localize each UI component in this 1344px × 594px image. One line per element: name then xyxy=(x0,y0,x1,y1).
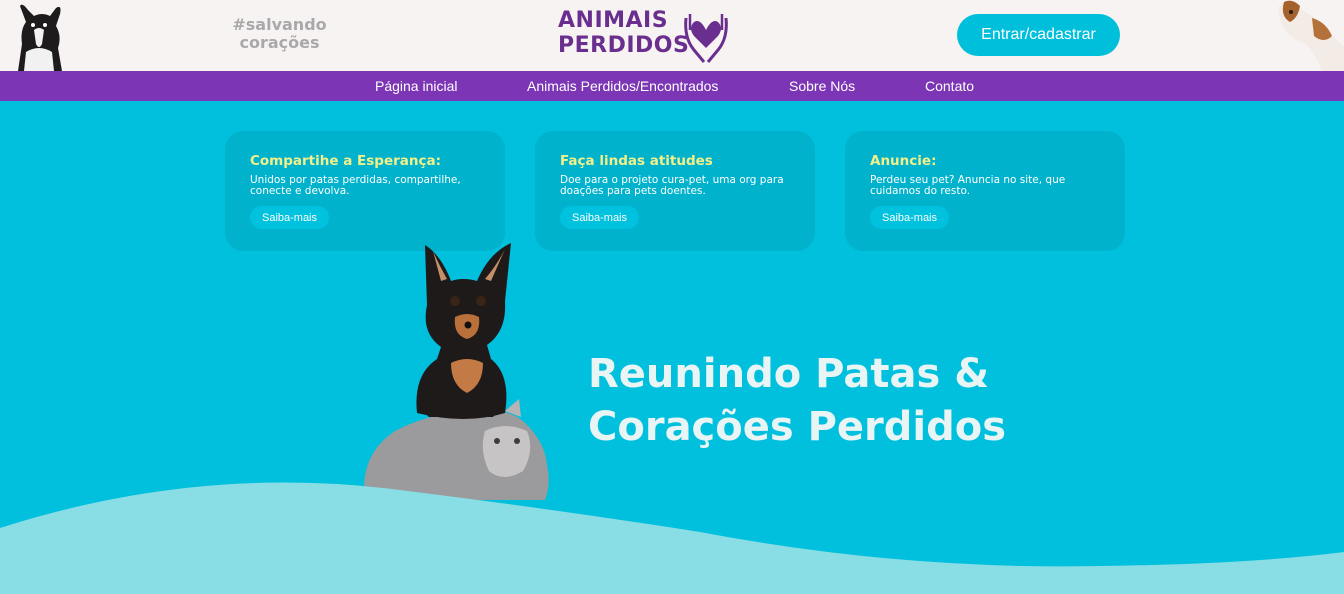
site-header: #salvando corações ANIMAIS PERDIDOS Entr… xyxy=(0,0,1344,71)
nav-item-lost-found[interactable]: Animais Perdidos/Encontrados xyxy=(527,71,718,101)
nav-item-home[interactable]: Página inicial xyxy=(375,71,458,101)
hero-title-line-2: Corações Perdidos xyxy=(588,404,1007,450)
logo-line-1: ANIMAIS xyxy=(558,8,669,33)
card-title: Anuncie: xyxy=(870,153,937,169)
card-text: Unidos por patas perdidas, compartilhe, … xyxy=(250,174,461,197)
dog-photo-right xyxy=(1278,0,1344,71)
info-card-good-deeds: Faça lindas atitudes Doe para o projeto … xyxy=(535,131,815,251)
tagline-line-1: #salvando xyxy=(232,15,327,34)
learn-more-button[interactable]: Saiba-mais xyxy=(560,206,639,229)
logo-line-2: PERDIDOS xyxy=(558,33,690,58)
learn-more-button[interactable]: Saiba-mais xyxy=(250,206,329,229)
dog-and-cat-photo xyxy=(364,243,549,500)
login-register-button[interactable]: Entrar/cadastrar xyxy=(957,14,1120,56)
logo-wordmark: ANIMAIS PERDIDOS xyxy=(558,8,689,58)
card-title: Compartihe a Esperança: xyxy=(250,153,442,169)
info-card-announce: Anuncie: Perdeu seu pet? Anuncia no site… xyxy=(845,131,1125,251)
hero-title-line-1: Reunindo Patas & xyxy=(588,351,990,397)
decorative-wave xyxy=(0,482,1344,594)
nav-item-contact[interactable]: Contato xyxy=(925,71,974,101)
card-text: Perdeu seu pet? Anuncia no site, que cui… xyxy=(870,174,1066,197)
card-text: Doe para o projeto cura-pet, uma org par… xyxy=(560,174,784,197)
info-card-share-hope: Compartihe a Esperança: Unidos por patas… xyxy=(225,131,505,251)
hands-heart-icon xyxy=(684,14,728,63)
hero-title: Reunindo Patas & Corações Perdidos xyxy=(588,348,1018,454)
card-title: Faça lindas atitudes xyxy=(560,153,713,169)
dog-photo-left xyxy=(18,4,62,71)
tagline: #salvando corações xyxy=(222,16,337,52)
site-logo[interactable]: ANIMAIS PERDIDOS xyxy=(556,6,732,64)
tagline-line-2: corações xyxy=(239,33,320,52)
learn-more-button[interactable]: Saiba-mais xyxy=(870,206,949,229)
main-nav: Página inicial Animais Perdidos/Encontra… xyxy=(0,71,1344,101)
nav-item-about[interactable]: Sobre Nós xyxy=(789,71,855,101)
